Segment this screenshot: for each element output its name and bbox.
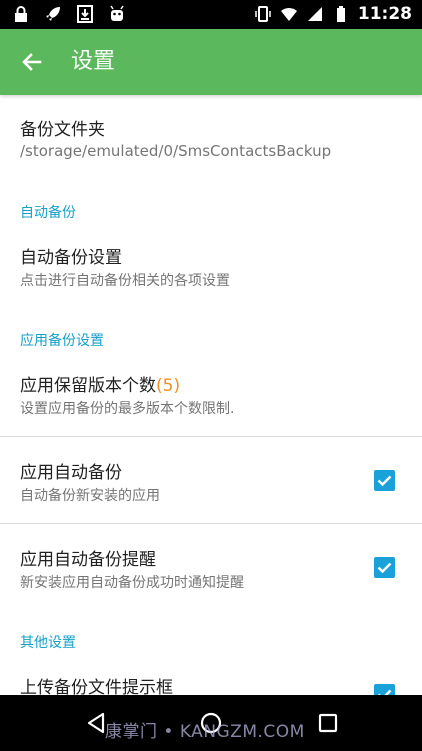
- setting-summary: 自动备份新安装的应用: [20, 488, 160, 504]
- setting-upload-prompt[interactable]: 上传备份文件提示框: [0, 655, 422, 695]
- setting-summary: 设置应用备份的最多版本个数限制.: [20, 401, 235, 417]
- section-header-auto-backup: 自动备份: [20, 205, 76, 221]
- setting-title: 备份文件夹: [20, 120, 105, 140]
- setting-app-keep-versions[interactable]: 应用保留版本个数(5) 设置应用备份的最多版本个数限制.: [0, 353, 422, 435]
- check-icon: [377, 475, 392, 487]
- setting-app-auto-backup-notify[interactable]: 应用自动备份提醒 新安装应用自动备份成功时通知提醒: [0, 524, 422, 610]
- rocket-icon: [46, 7, 60, 21]
- section-header-app-backup: 应用备份设置: [20, 333, 104, 349]
- setting-title: 上传备份文件提示框: [20, 678, 173, 695]
- app-bar: 设置: [0, 29, 422, 95]
- app-auto-backup-notify-checkbox[interactable]: [374, 557, 395, 578]
- navigation-bar: 康掌门 • KANGZM.COM: [0, 695, 422, 751]
- wifi-icon: [280, 7, 297, 21]
- download-icon: [77, 5, 93, 23]
- app-auto-backup-checkbox[interactable]: [374, 470, 395, 491]
- arrow-left-icon[interactable]: [20, 50, 44, 74]
- vibrate-icon: [255, 6, 271, 22]
- status-right-icons: 11:28: [254, 4, 412, 24]
- upload-prompt-checkbox[interactable]: [374, 684, 395, 695]
- setting-title-text: 应用保留版本个数: [20, 376, 156, 396]
- status-left-icons: [12, 5, 126, 23]
- settings-list: 备份文件夹 /storage/emulated/0/SmsContactsBac…: [0, 95, 422, 695]
- android-icon: [110, 5, 124, 21]
- setting-title: 应用保留版本个数(5): [20, 371, 180, 396]
- setting-app-auto-backup[interactable]: 应用自动备份 自动备份新安装的应用: [0, 437, 422, 523]
- signal-icon: [307, 7, 322, 21]
- setting-title: 应用自动备份: [20, 463, 122, 483]
- page-title: 设置: [71, 49, 116, 74]
- lock-icon: [15, 6, 27, 22]
- status-bar: 11:28: [0, 0, 422, 29]
- watermark: 康掌门 • KANGZM.COM: [105, 722, 305, 742]
- setting-summary: 点击进行自动备份相关的各项设置: [20, 273, 230, 289]
- setting-summary: /storage/emulated/0/SmsContactsBackup: [20, 142, 332, 160]
- setting-auto-backup[interactable]: 自动备份设置 点击进行自动备份相关的各项设置: [0, 225, 422, 303]
- battery-icon: [336, 6, 345, 22]
- setting-backup-folder[interactable]: 备份文件夹 /storage/emulated/0/SmsContactsBac…: [0, 95, 422, 173]
- recents-square-icon[interactable]: [316, 711, 340, 735]
- check-icon: [377, 562, 392, 574]
- check-icon: [378, 689, 392, 695]
- version-count: (5): [156, 376, 181, 396]
- setting-summary: 新安装应用自动备份成功时通知提醒: [20, 575, 244, 591]
- setting-title: 自动备份设置: [20, 248, 122, 268]
- status-time: 11:28: [357, 4, 412, 24]
- section-header-other: 其他设置: [20, 635, 76, 651]
- setting-title: 应用自动备份提醒: [20, 550, 156, 570]
